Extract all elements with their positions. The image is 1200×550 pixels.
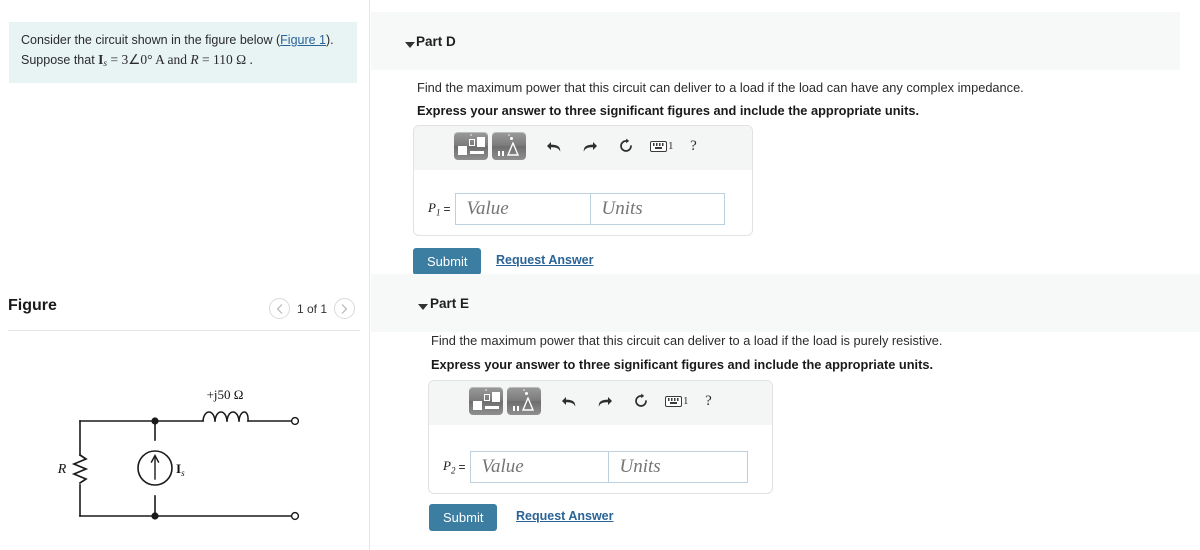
resistor-symbol: R <box>190 52 199 68</box>
chevron-left-icon <box>276 303 283 314</box>
output-terminal-bottom <box>290 511 300 521</box>
reset-circular-arrow-icon[interactable] <box>612 132 640 160</box>
part-e-value-input[interactable] <box>470 451 609 483</box>
keyboard-toggle[interactable]: 1 <box>665 387 689 415</box>
problem-line-1: Consider the circuit shown in the figure… <box>21 31 345 50</box>
part-e-submit-button[interactable]: Submit <box>429 504 498 531</box>
part-d-answer-variable: P1 <box>428 200 441 218</box>
part-d-request-answer-link[interactable]: Request Answer <box>496 253 593 267</box>
output-terminal-top <box>290 416 300 426</box>
redo-arrow-icon[interactable] <box>591 387 619 415</box>
part-e-equals-sign: = <box>458 460 466 474</box>
figure-divider <box>8 330 360 331</box>
left-panel: Consider the circuit shown in the figure… <box>0 0 370 550</box>
resistor-value: = 110 Ω . <box>198 52 253 68</box>
part-e-help-label: ? <box>705 392 712 409</box>
inductor-label: +j50 Ω <box>207 387 244 402</box>
part-d-title: Part D <box>416 34 456 49</box>
reset-circular-arrow-icon[interactable] <box>627 387 655 415</box>
part-d-help-label: ? <box>690 137 697 154</box>
redo-arrow-icon[interactable] <box>576 132 604 160</box>
part-d-question: Find the maximum power that this circuit… <box>417 80 1024 95</box>
junction-dot-top <box>151 417 159 425</box>
math-templates-icon[interactable] <box>469 387 503 415</box>
junction-dot-bottom <box>151 512 159 520</box>
part-d-value-input[interactable] <box>455 193 591 225</box>
figure-next-button[interactable] <box>334 298 355 319</box>
figure-pager: 1 of 1 <box>268 298 355 319</box>
part-e-units-input[interactable] <box>608 451 749 483</box>
inductor-coil-4 <box>238 411 249 422</box>
part-e-header[interactable]: Part E <box>371 274 1200 332</box>
inductor-coil-1 <box>202 411 216 422</box>
math-symbols-icon[interactable] <box>507 387 541 415</box>
problem-line-2: Suppose that Is = 3∠0° A and R = 110 Ω . <box>21 50 345 72</box>
page-root: Consider the circuit shown in the figure… <box>0 0 1200 550</box>
part-d-keyboard-count: 1 <box>668 140 674 152</box>
part-d-toolbar: 1 ? <box>414 126 752 170</box>
math-templates-icon[interactable] <box>454 132 488 160</box>
circuit-figure[interactable]: +j50 Ω R Is <box>0 378 370 550</box>
part-e-title: Part E <box>430 296 470 311</box>
part-e-request-answer-link[interactable]: Request Answer <box>516 509 613 523</box>
part-e-keyboard-count: 1 <box>683 395 689 407</box>
problem-line-2-text: Suppose that <box>21 53 99 68</box>
right-panel: Part D Find the maximum power that this … <box>371 0 1200 550</box>
help-button[interactable]: ? <box>695 387 723 415</box>
problem-statement: Consider the circuit shown in the figure… <box>9 22 357 84</box>
part-d-instruction: Express your answer to three significant… <box>417 103 920 118</box>
keyboard-icon <box>650 140 667 152</box>
part-e-instruction: Express your answer to three significant… <box>431 357 934 372</box>
math-symbols-icon[interactable] <box>492 132 526 160</box>
keyboard-toggle[interactable]: 1 <box>650 132 674 160</box>
caret-down-icon[interactable] <box>405 42 415 48</box>
caret-down-icon[interactable] <box>418 304 428 310</box>
undo-arrow-icon[interactable] <box>555 387 583 415</box>
resistor-label: R <box>57 462 67 477</box>
keyboard-icon <box>665 395 682 407</box>
part-e-toolbar: 1 ? <box>429 381 772 425</box>
problem-line-1-text: Consider the circuit shown in the figure… <box>21 33 281 47</box>
part-d-submit-button[interactable]: Submit <box>413 248 482 275</box>
part-d-equals-sign: = <box>443 202 451 216</box>
part-d-units-input[interactable] <box>590 193 726 225</box>
part-e-question: Find the maximum power that this circuit… <box>431 333 943 348</box>
problem-line-1-tail: ). <box>326 33 334 47</box>
chevron-right-icon <box>341 303 348 314</box>
part-e-answer-variable: P2 <box>443 458 456 476</box>
inductor-coil-3 <box>226 411 240 422</box>
figure-page-label: 1 of 1 <box>296 301 327 316</box>
source-label: Is <box>176 461 185 478</box>
inductor-coil-2 <box>214 411 228 422</box>
figure-1-link[interactable]: Figure 1 <box>280 33 326 47</box>
part-d-header[interactable]: Part D <box>371 12 1180 70</box>
undo-arrow-icon[interactable] <box>540 132 568 160</box>
figure-prev-button[interactable] <box>268 298 290 319</box>
part-d-answer-box: 1 ? P1 = <box>413 125 753 236</box>
figure-section-title: Figure <box>8 297 57 314</box>
circuit-diagram-svg: +j50 Ω R Is <box>57 387 300 521</box>
part-e-answer-box: 1 ? P2 = <box>428 380 773 494</box>
help-button[interactable]: ? <box>680 132 708 160</box>
resistor-zigzag <box>71 453 89 485</box>
current-source-value: = 3∠0° A and <box>107 52 191 68</box>
